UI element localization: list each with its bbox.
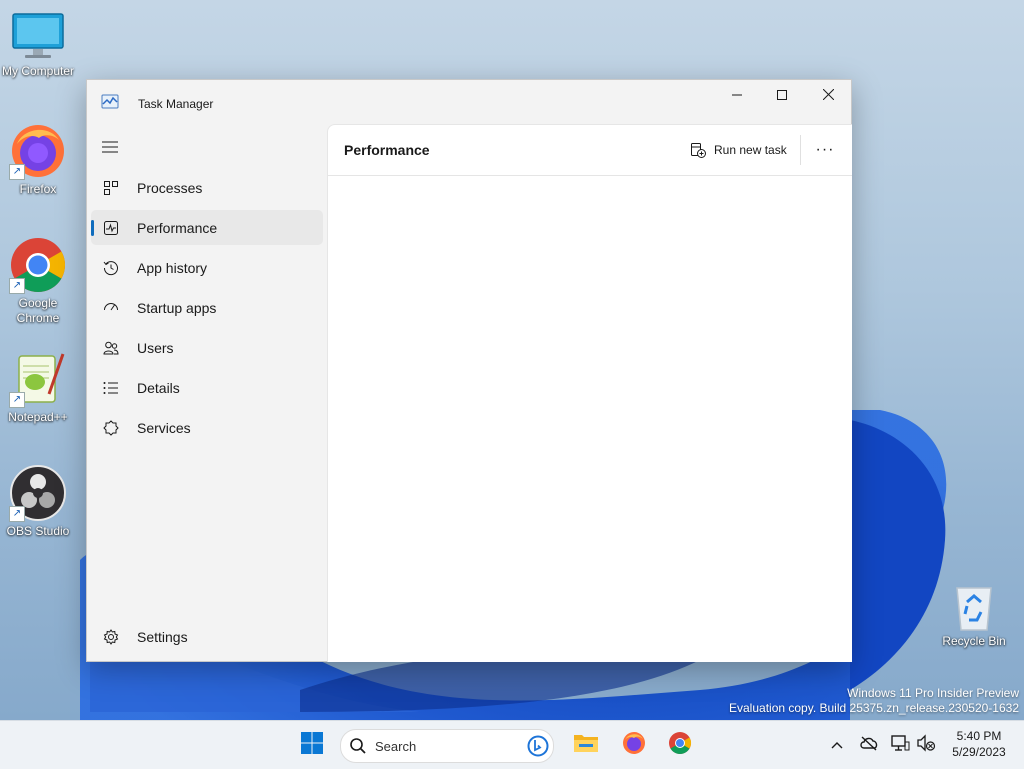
window-title: Task Manager (138, 97, 214, 111)
chrome-icon: ↗ (9, 236, 67, 294)
sidebar-item-details[interactable]: Details (91, 370, 323, 405)
desktop-icon-label: Firefox (19, 182, 57, 196)
recycle-bin-icon (945, 582, 1003, 632)
sidebar-item-label: Settings (137, 628, 188, 645)
close-icon (822, 87, 834, 105)
more-options-button[interactable]: ··· (808, 138, 842, 162)
header-divider (800, 135, 801, 165)
firefox-icon: ↗ (9, 122, 67, 180)
run-new-task-button[interactable]: Run new task (690, 139, 787, 161)
firefox-icon (622, 731, 646, 760)
chrome-icon (668, 731, 692, 760)
sidebar-item-settings[interactable]: Settings (91, 619, 323, 654)
cloud-off-icon (859, 735, 879, 756)
desktop-icon-obs[interactable]: ↗ OBS Studio (0, 464, 76, 539)
clock-time: 5:40 PM (956, 729, 1002, 743)
start-button[interactable] (296, 729, 328, 761)
processes-icon (101, 178, 121, 198)
watermark-line-2: Evaluation copy. Build 25375.zn_release.… (729, 701, 1019, 715)
onedrive-tray-button[interactable] (859, 735, 879, 755)
sidebar-item-performance[interactable]: Performance (91, 210, 323, 245)
minimize-button[interactable] (714, 80, 760, 112)
maximize-icon (777, 87, 787, 105)
task-manager-icon (101, 94, 119, 115)
details-icon (101, 378, 121, 398)
sidebar-item-processes[interactable]: Processes (91, 170, 323, 205)
performance-pane: Performance Run new task ··· (327, 124, 852, 662)
shortcut-arrow-icon: ↗ (9, 164, 25, 180)
shortcut-arrow-icon: ↗ (9, 392, 25, 408)
shortcut-arrow-icon: ↗ (9, 278, 25, 294)
desktop-icon-notepadpp[interactable]: ↗ Notepad++ (0, 350, 76, 425)
taskbar: Search 5:40 PM 5/29/2023 (0, 720, 1024, 769)
sidebar-item-label: Startup apps (137, 299, 217, 316)
bing-icon[interactable] (527, 735, 549, 762)
desktop-icon-firefox[interactable]: ↗ Firefox (0, 122, 76, 197)
chevron-up-icon (831, 736, 843, 754)
evaluation-watermark: Windows 11 Pro Insider Preview Evaluatio… (729, 686, 1019, 716)
sidebar-item-label: Performance (137, 219, 218, 236)
page-title: Performance (344, 142, 430, 158)
startup-apps-icon (101, 298, 121, 318)
volume-tray-button[interactable] (916, 733, 936, 757)
volume-muted-icon (916, 733, 936, 757)
run-new-task-label: Run new task (714, 143, 787, 157)
monitor-icon (9, 12, 67, 62)
obs-icon: ↗ (9, 464, 67, 522)
sidebar-item-label: Processes (137, 179, 203, 196)
notepadpp-icon: ↗ (9, 350, 67, 408)
sidebar-item-label: Services (137, 419, 191, 436)
folder-icon (573, 732, 599, 759)
users-icon (101, 338, 121, 358)
desktop-icon-label: My Computer (1, 64, 75, 78)
sidebar-item-services[interactable]: Services (91, 410, 323, 445)
network-tray-button[interactable] (890, 734, 910, 757)
performance-icon (101, 218, 121, 238)
taskbar-clock[interactable]: 5:40 PM 5/29/2023 (944, 728, 1014, 760)
desktop-icon-my-computer[interactable]: My Computer (0, 12, 76, 79)
desktop-icon-label: Notepad++ (8, 410, 68, 424)
taskbar-file-explorer[interactable] (570, 729, 602, 761)
gear-icon (101, 627, 121, 647)
more-options-icon: ··· (815, 141, 835, 158)
sidebar-item-label: Users (137, 339, 174, 356)
watermark-line-1: Windows 11 Pro Insider Preview (847, 686, 1019, 700)
minimize-icon (732, 87, 742, 105)
search-icon (349, 737, 367, 760)
desktop-icon-chrome[interactable]: ↗ Google Chrome (0, 236, 76, 326)
taskbar-chrome[interactable] (664, 729, 696, 761)
hamburger-icon (102, 140, 118, 157)
desktop-icon-label: Recycle Bin (942, 634, 1006, 648)
sidebar-item-startup-apps[interactable]: Startup apps (91, 290, 323, 325)
show-hidden-icons-button[interactable] (827, 735, 847, 755)
windows-logo-icon (300, 731, 324, 760)
sidebar-item-label: Details (137, 379, 180, 396)
app-history-icon (101, 258, 121, 278)
title-bar[interactable]: Task Manager (87, 80, 851, 124)
search-placeholder: Search (375, 739, 417, 754)
close-button[interactable] (805, 80, 851, 112)
network-icon (890, 734, 910, 757)
taskbar-search-box[interactable]: Search (340, 729, 554, 763)
hamburger-menu-button[interactable] (102, 140, 118, 158)
sidebar-item-label: App history (137, 259, 208, 276)
taskbar-firefox[interactable] (618, 729, 650, 761)
desktop-icon-recycle-bin[interactable]: Recycle Bin (936, 582, 1012, 649)
clock-date: 5/29/2023 (952, 745, 1006, 759)
services-icon (101, 418, 121, 438)
desktop-icon-label: Google Chrome (16, 296, 60, 325)
content-header: Performance Run new task ··· (328, 125, 852, 176)
task-manager-window: Task Manager Processes Performance App h… (86, 79, 852, 662)
sidebar-item-app-history[interactable]: App history (91, 250, 323, 285)
navigation-sidebar: Processes Performance App history Startu… (87, 124, 327, 661)
desktop-icon-label: OBS Studio (6, 524, 70, 538)
shortcut-arrow-icon: ↗ (9, 506, 25, 522)
run-new-task-icon (690, 142, 706, 158)
sidebar-item-users[interactable]: Users (91, 330, 323, 365)
maximize-button[interactable] (759, 80, 805, 112)
